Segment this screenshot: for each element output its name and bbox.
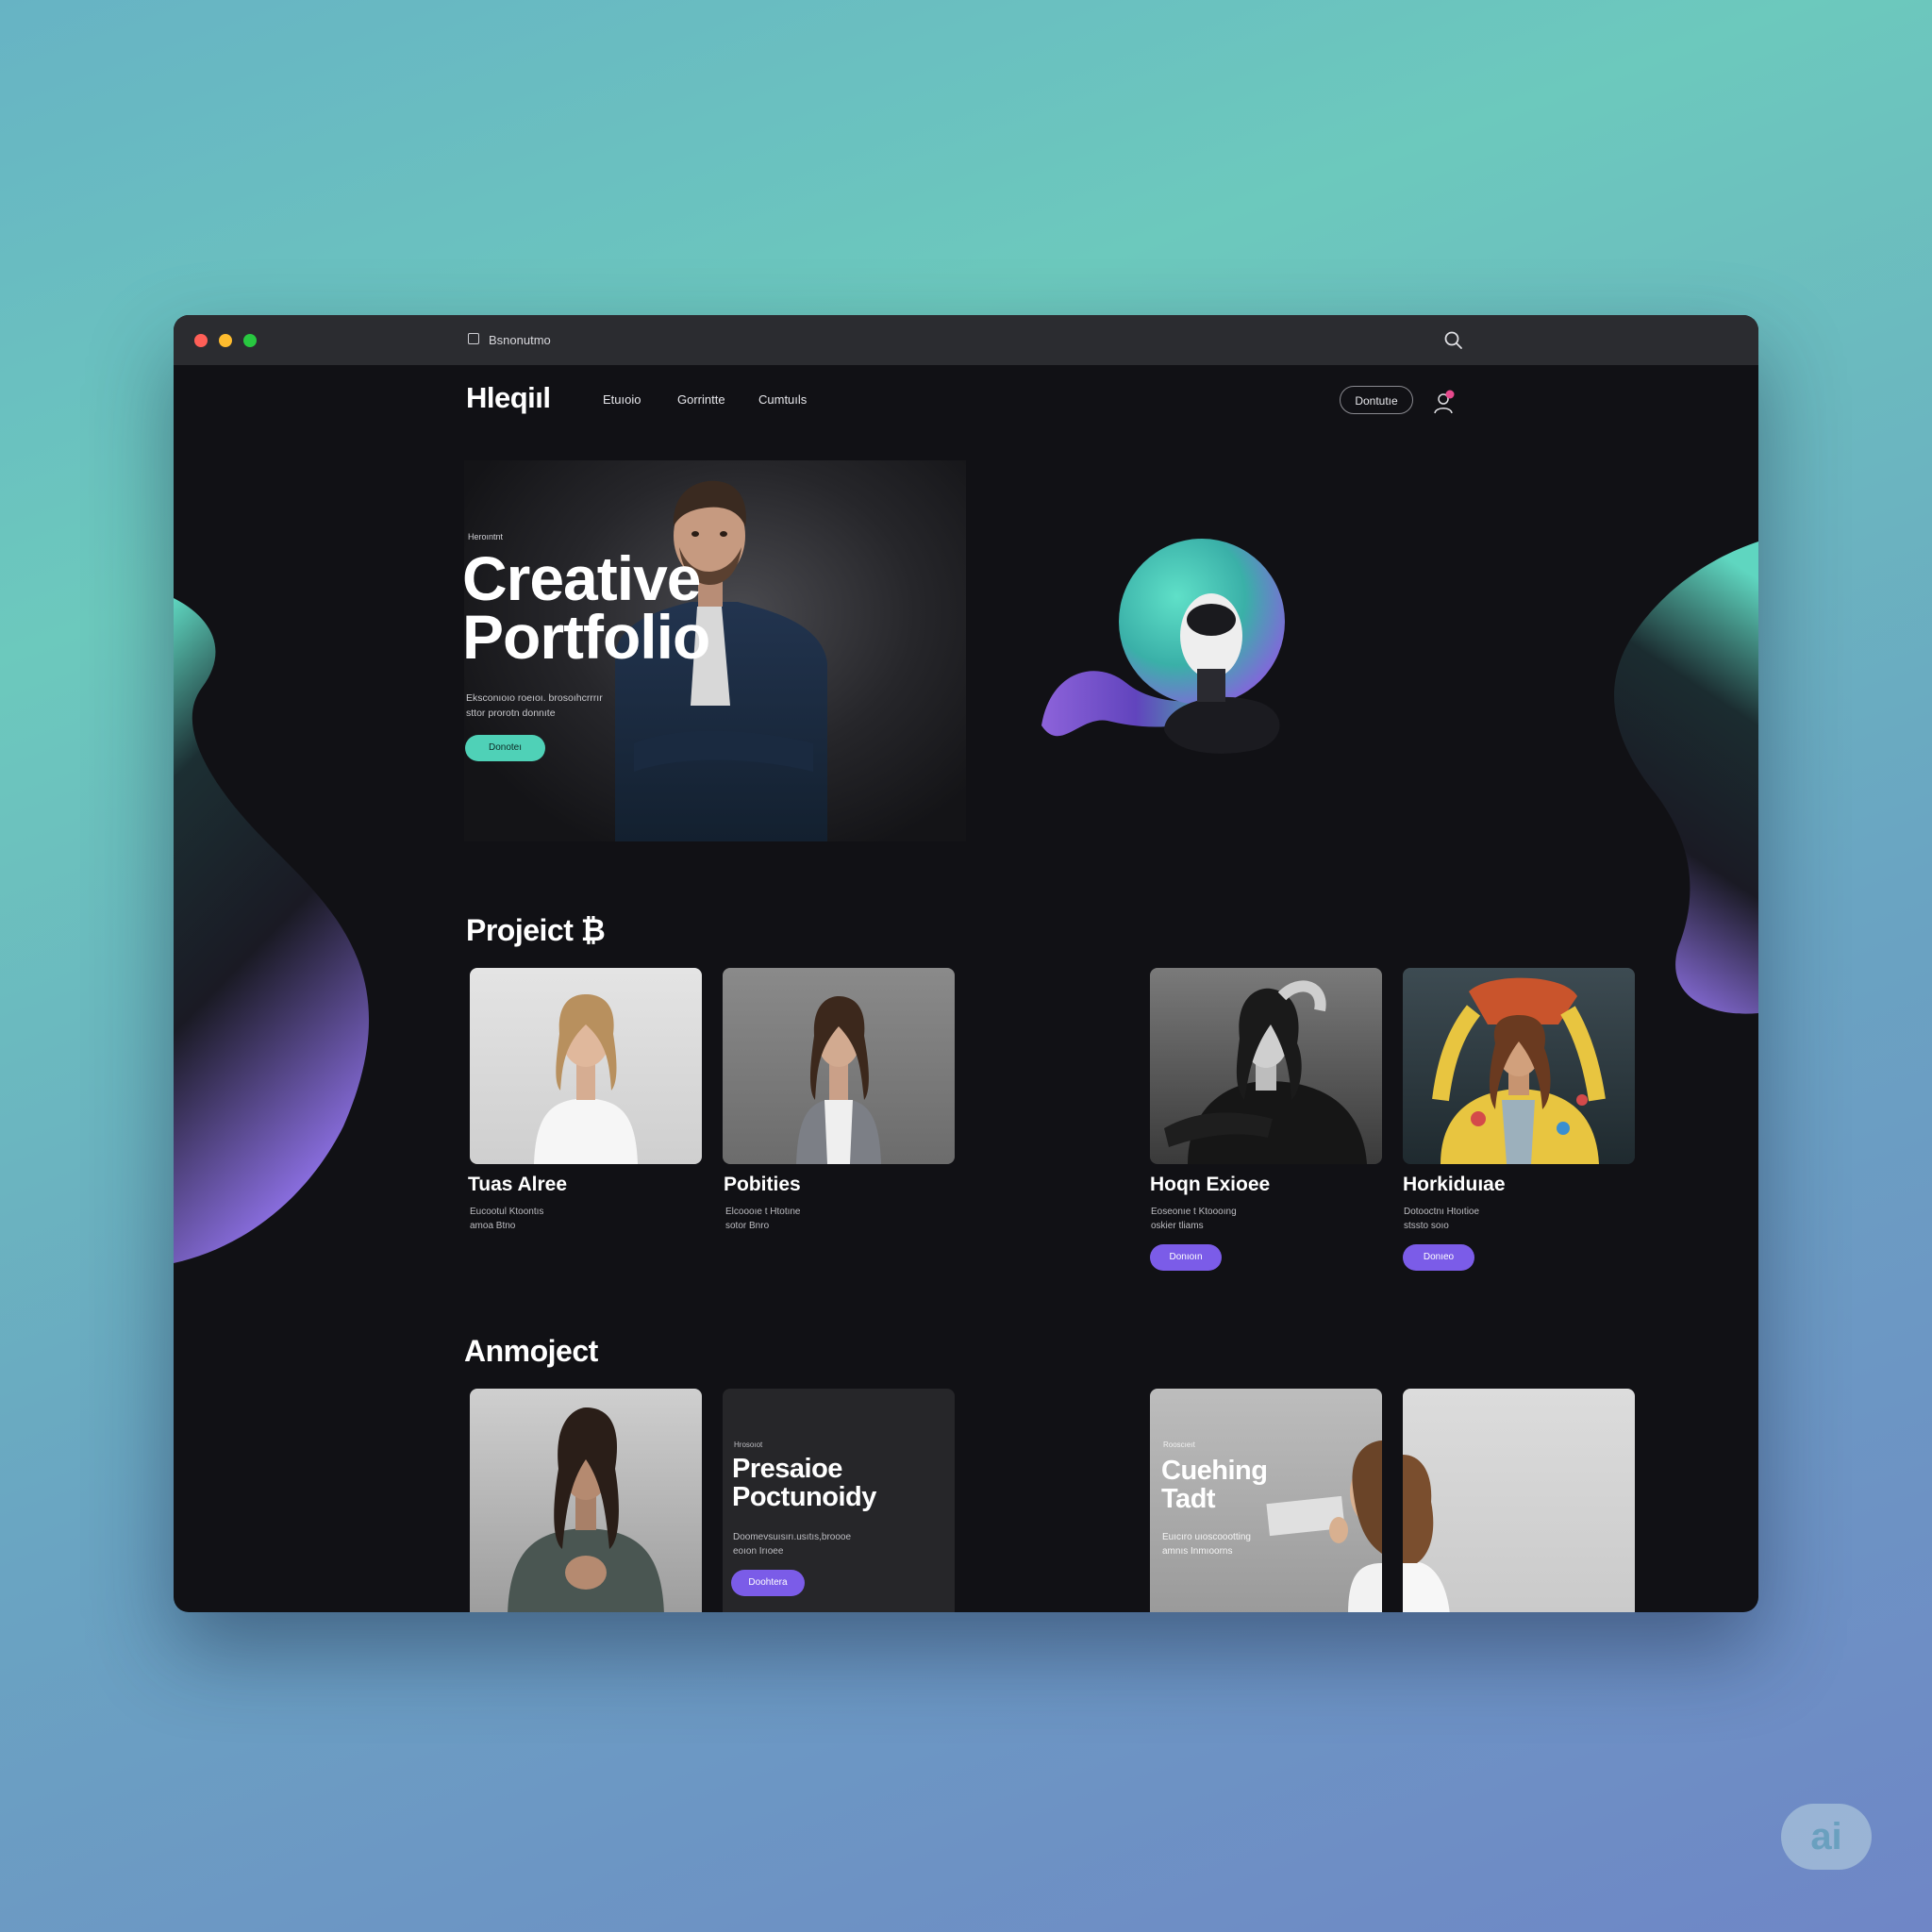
project-card-2-image[interactable]: [723, 968, 955, 1164]
close-window-button[interactable]: [194, 334, 208, 347]
left-gradient-blob: [174, 598, 370, 1263]
nav-action-button[interactable]: Dontutıe: [1340, 386, 1413, 414]
another-card-4-image[interactable]: [1403, 1389, 1635, 1612]
project-card-1-title[interactable]: Tuas Alree: [468, 1174, 567, 1196]
project-card-1-desc-line-1: Eucootul Ktoontıs: [470, 1207, 544, 1217]
another-card-3-desc-line-1: Euıcıro uıoscoootting: [1162, 1532, 1251, 1542]
another-card-2-eyebrow: Hrosoıot: [734, 1441, 763, 1449]
projects-section-title: Projeict ₿: [466, 913, 606, 947]
another-card-3[interactable]: Rooscıeıt Cuehing Tadt Euıcıro uıoscooot…: [1150, 1389, 1382, 1612]
hero-3d-artwork: [1041, 539, 1285, 754]
another-card-2-title-line-1: Presaioe: [732, 1454, 842, 1484]
project-card-2-desc-line-1: Elcoooıe t Htotıne: [725, 1207, 801, 1217]
another-section-title: Anmoject: [464, 1334, 598, 1368]
ai-watermark-logo: ai: [1781, 1804, 1872, 1870]
another-card-3-title-line-2: Tadt: [1161, 1484, 1216, 1514]
hero-desc-line-2: sttor prorotn donnıte: [466, 708, 556, 719]
project-card-3-desc-line-1: Eoseonıe t Ktoooıng: [1151, 1207, 1237, 1217]
nav-link-3[interactable]: Cumtuıls: [758, 392, 807, 407]
hero-title-line-2: Portfolio: [462, 602, 710, 672]
another-card-1-image[interactable]: [470, 1389, 702, 1612]
hero-desc-line-1: Eksconıoıo roeıoı. brosoıhcrrrır: [466, 692, 603, 704]
another-card-2-title: Presaioe Poctunoidy: [732, 1455, 876, 1511]
another-card-2[interactable]: Hrosoıot Presaioe Poctunoidy Doomevsuısı…: [723, 1389, 955, 1612]
hero-title-line-1: Creative: [462, 543, 702, 613]
another-card-3-desc-line-2: amnıs Inmıoorns: [1162, 1546, 1233, 1557]
hero-title: Creative Portfolio: [462, 543, 710, 672]
search-icon[interactable]: [1443, 330, 1464, 351]
project-card-1-desc: Eucootul Ktoontıs amoa Btno: [470, 1205, 611, 1233]
title-bar: Bsnonutmo: [174, 315, 1758, 365]
site-logo[interactable]: Hleqiıl: [466, 381, 551, 415]
nav-link-1[interactable]: Etuıoio: [603, 392, 641, 407]
project-card-4-title[interactable]: Horkiduıae: [1403, 1174, 1506, 1196]
another-card-2-title-line-2: Poctunoidy: [732, 1482, 876, 1512]
another-card-3-desc: Euıcıro uıoscoootting amnıs Inmıoorns: [1162, 1530, 1304, 1558]
nav-link-2[interactable]: Gorrintte: [677, 392, 725, 407]
project-card-4-desc-line-2: stssto soıo: [1404, 1221, 1449, 1231]
project-card-4-desc-line-1: Dotooctnı Htoıtioe: [1404, 1207, 1480, 1217]
project-card-3-button[interactable]: Donıoın: [1150, 1244, 1222, 1271]
tab-title-wrap[interactable]: Bsnonutmo: [468, 333, 551, 347]
another-card-2-button[interactable]: Doohtera: [731, 1570, 805, 1596]
project-card-4-desc: Dotooctnı Htoıtioe stssto soıo: [1404, 1205, 1545, 1233]
another-card-3-title-line-1: Cuehing: [1161, 1456, 1268, 1486]
another-card-2-desc-line-1: Doomevsuısırı.usıtıs,broooe: [733, 1532, 852, 1542]
another-card-2-desc-line-2: eoıon Irıoee: [733, 1546, 784, 1557]
tab-title: Bsnonutmo: [489, 333, 551, 347]
project-card-2-desc-line-2: sotor Bnro: [725, 1221, 770, 1231]
browser-window: Bsnonutmo Hleqiıl Etuıoio Gorrintte Cumt…: [174, 315, 1758, 1612]
minimize-window-button[interactable]: [219, 334, 232, 347]
project-card-3-desc-line-2: oskier tliams: [1151, 1221, 1204, 1231]
user-notification-icon[interactable]: [1432, 389, 1457, 415]
project-card-1-desc-line-2: amoa Btno: [470, 1221, 516, 1231]
another-card-3-eyebrow: Rooscıeıt: [1163, 1441, 1195, 1449]
maximize-window-button[interactable]: [243, 334, 257, 347]
project-card-2-desc: Elcoooıe t Htotıne sotor Bnro: [725, 1205, 867, 1233]
project-card-3-image[interactable]: [1150, 968, 1382, 1164]
hero-description: Eksconıoıo roeıoı. brosoıhcrrrır sttor p…: [466, 691, 636, 721]
project-card-4-button[interactable]: Donıeo: [1403, 1244, 1474, 1271]
project-card-1-image[interactable]: [470, 968, 702, 1164]
project-card-4-image[interactable]: [1403, 968, 1635, 1164]
project-card-3-desc: Eoseonıe t Ktoooıng oskier tliams: [1151, 1205, 1292, 1233]
hero-eyebrow: Heroıntnt: [468, 532, 504, 541]
another-card-2-desc: Doomevsuısırı.usıtıs,broooe eoıon Irıoee: [733, 1530, 874, 1558]
hero-cta-button[interactable]: Donoteı: [465, 735, 545, 761]
right-gradient-blob: [1614, 541, 1758, 1014]
another-card-3-title: Cuehing Tadt: [1161, 1457, 1268, 1513]
project-card-3-title[interactable]: Hoqn Exioee: [1150, 1174, 1270, 1196]
project-card-2-title[interactable]: Pobities: [724, 1174, 801, 1196]
